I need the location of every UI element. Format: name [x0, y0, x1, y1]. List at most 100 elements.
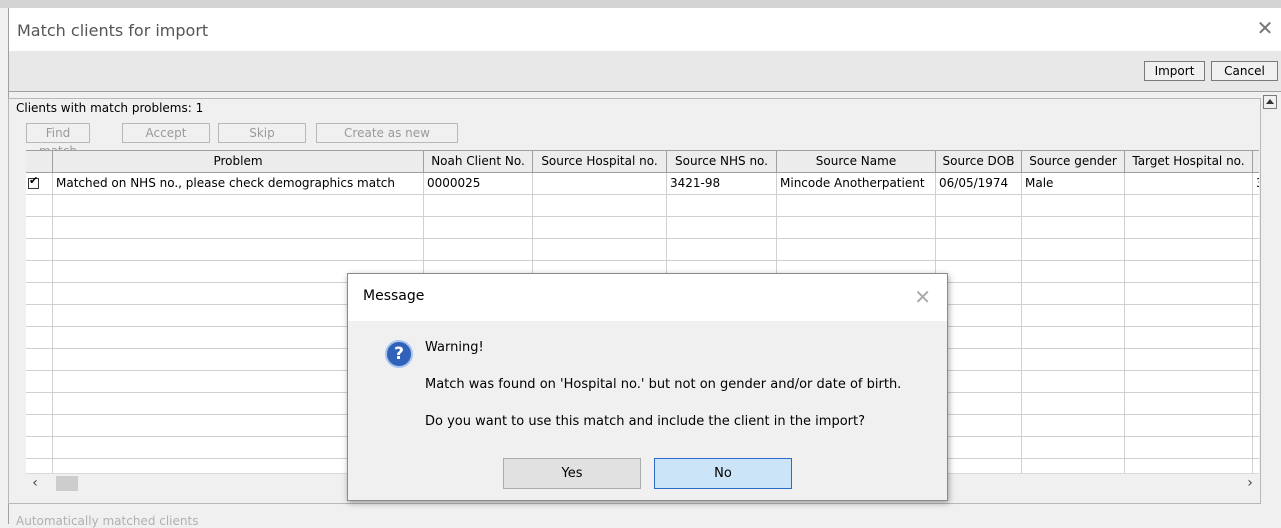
table-cell-empty[interactable] [936, 349, 1022, 370]
table-cell-empty[interactable] [53, 195, 424, 216]
table-cell-empty[interactable] [1022, 261, 1125, 282]
column-header-problem[interactable]: Problem [53, 151, 424, 172]
table-cell-empty[interactable] [936, 217, 1022, 238]
table-row[interactable]: ✔ Matched on NHS no., please check demog… [26, 173, 1259, 195]
table-row-empty[interactable] [26, 195, 1259, 217]
row-checkbox[interactable]: ✔ [28, 175, 39, 189]
table-cell-empty[interactable] [1022, 327, 1125, 348]
scroll-thumb[interactable] [56, 476, 78, 491]
table-cell-empty[interactable] [667, 239, 777, 260]
table-cell-empty[interactable] [1253, 393, 1259, 414]
table-cell-empty[interactable] [1125, 283, 1253, 304]
table-cell-empty[interactable] [1253, 261, 1259, 282]
table-cell-empty[interactable] [1022, 305, 1125, 326]
table-cell-empty[interactable] [1022, 393, 1125, 414]
table-cell-empty[interactable] [1125, 415, 1253, 436]
table-cell-empty[interactable] [1022, 371, 1125, 392]
table-cell-empty[interactable] [1253, 459, 1259, 474]
table-cell-empty[interactable] [1125, 349, 1253, 370]
table-cell-empty[interactable] [26, 195, 53, 216]
table-cell-empty[interactable] [667, 217, 777, 238]
table-cell-empty[interactable] [533, 217, 667, 238]
cell-problem[interactable]: Matched on NHS no., please check demogra… [53, 173, 424, 194]
table-cell-empty[interactable] [1253, 327, 1259, 348]
close-icon[interactable]: ✕ [914, 285, 931, 309]
table-cell-empty[interactable] [1022, 349, 1125, 370]
table-cell-empty[interactable] [26, 239, 53, 260]
table-cell-empty[interactable] [1253, 305, 1259, 326]
table-cell-empty[interactable] [1022, 217, 1125, 238]
table-row-empty[interactable] [26, 239, 1259, 261]
table-cell-empty[interactable] [424, 239, 533, 260]
table-cell-empty[interactable] [26, 261, 53, 282]
table-cell-empty[interactable] [1125, 437, 1253, 458]
table-cell-empty[interactable] [26, 393, 53, 414]
yes-button[interactable]: Yes [503, 458, 641, 489]
table-cell-empty[interactable] [1022, 239, 1125, 260]
table-cell-empty[interactable] [1125, 261, 1253, 282]
table-cell-empty[interactable] [26, 371, 53, 392]
column-header-source-dob[interactable]: Source DOB [936, 151, 1022, 172]
table-cell-empty[interactable] [1253, 195, 1259, 216]
column-header-source-hospital-no[interactable]: Source Hospital no. [533, 151, 667, 172]
table-cell-empty[interactable] [26, 459, 53, 474]
find-match-button[interactable]: Find match [26, 123, 90, 158]
accept-button[interactable]: Accept [122, 123, 210, 143]
cell-source-dob[interactable]: 06/05/1974 [936, 173, 1022, 194]
table-cell-empty[interactable] [1125, 327, 1253, 348]
table-cell-empty[interactable] [1253, 217, 1259, 238]
table-cell-empty[interactable] [1253, 283, 1259, 304]
close-icon[interactable]: ✕ [1254, 17, 1276, 39]
table-cell-empty[interactable] [53, 239, 424, 260]
create-as-new-button[interactable]: Create as new [316, 123, 458, 143]
table-cell-empty[interactable] [424, 195, 533, 216]
table-cell-empty[interactable] [1125, 239, 1253, 260]
table-cell-empty[interactable] [777, 195, 936, 216]
table-cell-empty[interactable] [1022, 459, 1125, 474]
table-cell-empty[interactable] [1022, 437, 1125, 458]
column-header-target-hospital-no[interactable]: Target Hospital no. [1125, 151, 1253, 172]
table-cell-empty[interactable] [26, 437, 53, 458]
table-cell-empty[interactable] [1022, 415, 1125, 436]
table-cell-empty[interactable] [1253, 437, 1259, 458]
column-header-noah-client-no[interactable]: Noah Client No. [424, 151, 533, 172]
cell-t[interactable]: 3 [1253, 173, 1259, 194]
table-cell-empty[interactable] [936, 261, 1022, 282]
table-cell-empty[interactable] [667, 195, 777, 216]
table-cell-empty[interactable] [1253, 415, 1259, 436]
cell-target-hospital-no[interactable] [1125, 173, 1253, 194]
table-cell-empty[interactable] [936, 195, 1022, 216]
column-header-check[interactable] [26, 151, 53, 172]
table-cell-empty[interactable] [936, 283, 1022, 304]
cell-noah-client-no[interactable]: 0000025 [424, 173, 533, 194]
column-header-t[interactable]: T [1253, 151, 1259, 172]
table-cell-empty[interactable] [936, 239, 1022, 260]
cell-source-nhs-no[interactable]: 3421-98 [667, 173, 777, 194]
table-cell-empty[interactable] [936, 437, 1022, 458]
table-row-empty[interactable] [26, 217, 1259, 239]
table-cell-empty[interactable] [26, 415, 53, 436]
cell-source-name[interactable]: Mincode Anotherpatient [777, 173, 936, 194]
table-cell-empty[interactable] [1022, 195, 1125, 216]
column-header-source-gender[interactable]: Source gender [1022, 151, 1125, 172]
table-cell-empty[interactable] [777, 239, 936, 260]
table-cell-empty[interactable] [1022, 283, 1125, 304]
scroll-right-icon[interactable]: › [1241, 474, 1259, 492]
scroll-left-icon[interactable]: ‹ [26, 474, 44, 492]
row-checkbox-cell[interactable]: ✔ [26, 173, 53, 194]
cell-source-gender[interactable]: Male [1022, 173, 1125, 194]
table-cell-empty[interactable] [936, 371, 1022, 392]
table-cell-empty[interactable] [1253, 349, 1259, 370]
table-cell-empty[interactable] [936, 459, 1022, 474]
no-button[interactable]: No [654, 458, 792, 489]
cell-source-hospital-no[interactable] [533, 173, 667, 194]
column-header-source-name[interactable]: Source Name [777, 151, 936, 172]
table-cell-empty[interactable] [1125, 217, 1253, 238]
table-cell-empty[interactable] [1125, 195, 1253, 216]
table-cell-empty[interactable] [1125, 371, 1253, 392]
table-cell-empty[interactable] [26, 305, 53, 326]
skip-button[interactable]: Skip [218, 123, 306, 143]
table-cell-empty[interactable] [1253, 371, 1259, 392]
table-cell-empty[interactable] [1125, 459, 1253, 474]
table-cell-empty[interactable] [26, 283, 53, 304]
